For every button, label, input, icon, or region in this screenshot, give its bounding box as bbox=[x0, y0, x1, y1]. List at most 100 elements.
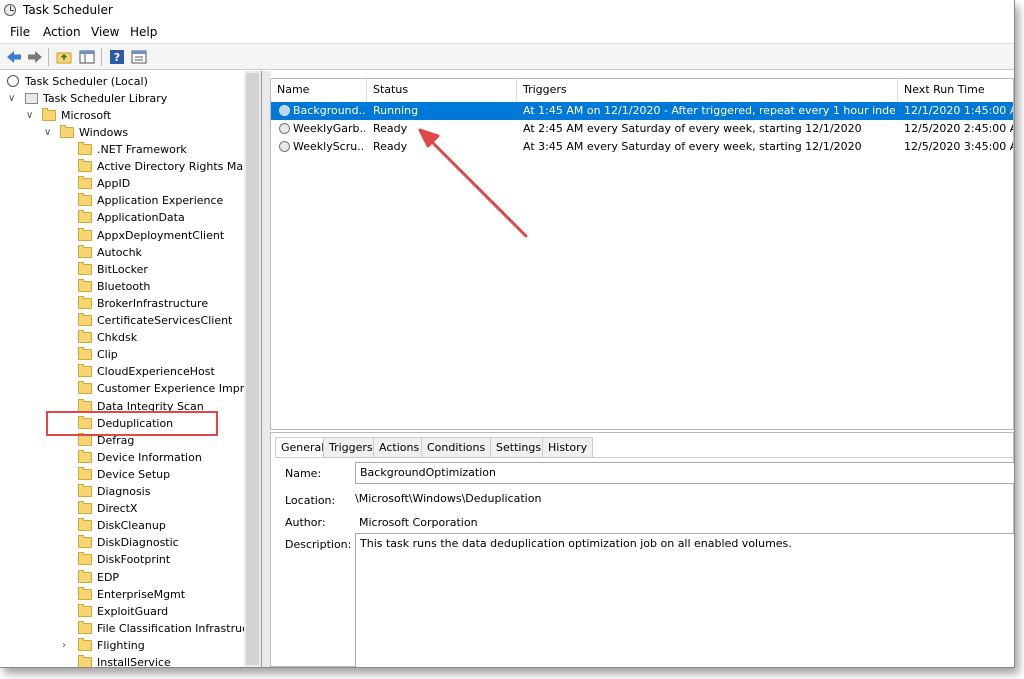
tree-folder-item[interactable]: EnterpriseMgmt bbox=[0, 586, 245, 603]
back-icon[interactable] bbox=[5, 48, 23, 66]
tree-folder-item[interactable]: Diagnosis bbox=[0, 483, 245, 500]
author-label: Author: bbox=[285, 516, 326, 529]
folder-up-icon[interactable] bbox=[55, 48, 73, 66]
tree-node-root[interactable]: Task Scheduler (Local) bbox=[0, 73, 245, 90]
tree-folder-item[interactable]: Bluetooth bbox=[0, 278, 245, 295]
tree-folder-label: EDP bbox=[97, 571, 120, 584]
menu-help[interactable]: Help bbox=[130, 25, 157, 39]
toolbar-separator bbox=[48, 48, 49, 66]
folder-icon bbox=[78, 552, 92, 565]
folder-icon bbox=[78, 313, 92, 326]
tree-folder-item[interactable]: Application Experience bbox=[0, 192, 245, 209]
column-header-name[interactable]: Name bbox=[271, 79, 367, 101]
tree-folder-item[interactable]: AppxDeploymentClient bbox=[0, 227, 245, 244]
tree-folder-item[interactable]: CloudExperienceHost bbox=[0, 363, 245, 380]
column-header-status[interactable]: Status bbox=[367, 79, 517, 101]
menu-view[interactable]: View bbox=[91, 25, 119, 39]
tree-folder-item[interactable]: ExploitGuard bbox=[0, 603, 245, 620]
task-detail-pane: General Triggers Actions Conditions Sett… bbox=[270, 432, 1014, 667]
tree-folder-item[interactable]: DiskCleanup bbox=[0, 517, 245, 534]
tree-folder-item[interactable]: DiskDiagnostic bbox=[0, 534, 245, 551]
folder-icon bbox=[78, 433, 92, 446]
tree-folder-label: DiskFootprint bbox=[97, 553, 171, 566]
tree-folder-item[interactable]: Chkdsk bbox=[0, 329, 245, 346]
tree-folder-item[interactable]: .NET Framework bbox=[0, 141, 245, 158]
tree-folder-item[interactable]: DirectX bbox=[0, 500, 245, 517]
task-row[interactable]: WeeklyGarb... Ready At 2:45 AM every Sat… bbox=[271, 120, 1013, 138]
tree-folder-item[interactable]: Device Setup bbox=[0, 466, 245, 483]
menu-action[interactable]: Action bbox=[43, 25, 81, 39]
folder-icon bbox=[78, 621, 92, 634]
tree-folder-item[interactable]: File Classification Infrastructu bbox=[0, 620, 259, 637]
tree-node-library[interactable]: ∨ Task Scheduler Library bbox=[0, 90, 245, 107]
folder-icon bbox=[78, 296, 92, 309]
chevron-down-icon[interactable]: ∨ bbox=[8, 90, 15, 107]
tree-node-windows[interactable]: ∨ Windows bbox=[0, 124, 245, 141]
tree-folder-label: AppID bbox=[97, 177, 131, 190]
tree-scrollbar[interactable] bbox=[244, 71, 261, 667]
folder-icon bbox=[78, 518, 92, 531]
tree-folder-label: AppxDeploymentClient bbox=[97, 229, 225, 242]
chevron-down-icon[interactable]: ∨ bbox=[44, 124, 51, 141]
tree-folder-label: DirectX bbox=[97, 502, 138, 515]
tree-scrollbar-thumb[interactable] bbox=[246, 73, 259, 665]
tree-folder-item[interactable]: ApplicationData bbox=[0, 209, 245, 226]
description-field[interactable]: This task runs the data deduplication op… bbox=[355, 533, 1014, 667]
tree-folder-item[interactable]: Customer Experience Improve bbox=[0, 380, 261, 397]
tree-folder-item[interactable]: Autochk bbox=[0, 244, 245, 261]
menu-file[interactable]: File bbox=[10, 25, 30, 39]
task-row[interactable]: Background... Running At 1:45 AM on 12/1… bbox=[271, 102, 1013, 120]
tree-folder-item[interactable]: DiskFootprint bbox=[0, 551, 245, 568]
tab-triggers[interactable]: Triggers bbox=[323, 437, 379, 457]
tree-folder-item[interactable]: Clip bbox=[0, 346, 245, 363]
tree-folder-item[interactable]: BitLocker bbox=[0, 261, 245, 278]
tree-node-microsoft[interactable]: ∨ Microsoft bbox=[0, 107, 245, 124]
column-header-triggers[interactable]: Triggers bbox=[517, 79, 898, 101]
tree-folder-item[interactable]: AppID bbox=[0, 175, 245, 192]
pane-splitter[interactable] bbox=[262, 71, 270, 667]
folder-icon bbox=[78, 193, 92, 206]
tree-folder-label: CloudExperienceHost bbox=[97, 365, 215, 378]
console-tree[interactable]: Task Scheduler (Local) ∨ Task Scheduler … bbox=[0, 71, 262, 667]
tree-folder-item[interactable]: InstallService bbox=[0, 654, 245, 667]
folder-icon bbox=[78, 262, 92, 275]
column-header-next-run-time[interactable]: Next Run Time bbox=[898, 79, 1013, 101]
properties-icon[interactable] bbox=[130, 48, 148, 66]
chevron-right-icon[interactable]: › bbox=[62, 637, 66, 654]
tree-folder-label: Clip bbox=[97, 348, 118, 361]
folder-icon bbox=[78, 604, 92, 617]
tab-history[interactable]: History bbox=[542, 437, 594, 457]
tree-folder-item[interactable]: Active Directory Rights Manag bbox=[0, 158, 261, 175]
name-field[interactable]: BackgroundOptimization bbox=[355, 462, 1014, 484]
description-value: This task runs the data deduplication op… bbox=[360, 537, 792, 550]
tree-folder-label: InstallService bbox=[97, 656, 171, 667]
folder-icon bbox=[78, 142, 92, 155]
tree-folder-item[interactable]: EDP bbox=[0, 569, 245, 586]
tree-folder-label: ApplicationData bbox=[97, 211, 185, 224]
help-icon[interactable]: ? bbox=[108, 48, 126, 66]
show-hide-tree-icon[interactable] bbox=[78, 48, 96, 66]
task-name: WeeklyGarb... bbox=[293, 122, 365, 135]
tree-folder-item[interactable]: › Flighting bbox=[0, 637, 245, 654]
tree-folder-item[interactable]: CertificateServicesClient bbox=[0, 312, 245, 329]
chevron-down-icon[interactable]: ∨ bbox=[26, 107, 33, 124]
tab-conditions[interactable]: Conditions bbox=[421, 437, 492, 457]
clock-icon bbox=[7, 75, 19, 87]
task-row[interactable]: WeeklyScru... Ready At 3:45 AM every Sat… bbox=[271, 138, 1013, 156]
annotation-highlight-box bbox=[46, 411, 218, 436]
forward-icon[interactable] bbox=[26, 48, 44, 66]
tab-actions[interactable]: Actions bbox=[373, 437, 426, 457]
tree-folder-item[interactable]: BrokerInfrastructure bbox=[0, 295, 245, 312]
tree-folder-label: BrokerInfrastructure bbox=[97, 297, 209, 310]
task-status: Ready bbox=[373, 122, 408, 135]
task-triggers: At 3:45 AM every Saturday of every week,… bbox=[523, 140, 862, 153]
task-scheduler-icon bbox=[4, 4, 16, 16]
task-list[interactable]: Name Status Triggers Next Run Time Backg… bbox=[270, 78, 1014, 430]
tab-settings[interactable]: Settings bbox=[490, 437, 548, 457]
folder-icon bbox=[78, 245, 92, 258]
tree-folder-label: EnterpriseMgmt bbox=[97, 588, 186, 601]
tree-folder-item[interactable]: Device Information bbox=[0, 449, 245, 466]
tree-folder-label: Diagnosis bbox=[97, 485, 151, 498]
tree-folder-label: Device Information bbox=[97, 451, 202, 464]
task-icon bbox=[279, 141, 290, 152]
